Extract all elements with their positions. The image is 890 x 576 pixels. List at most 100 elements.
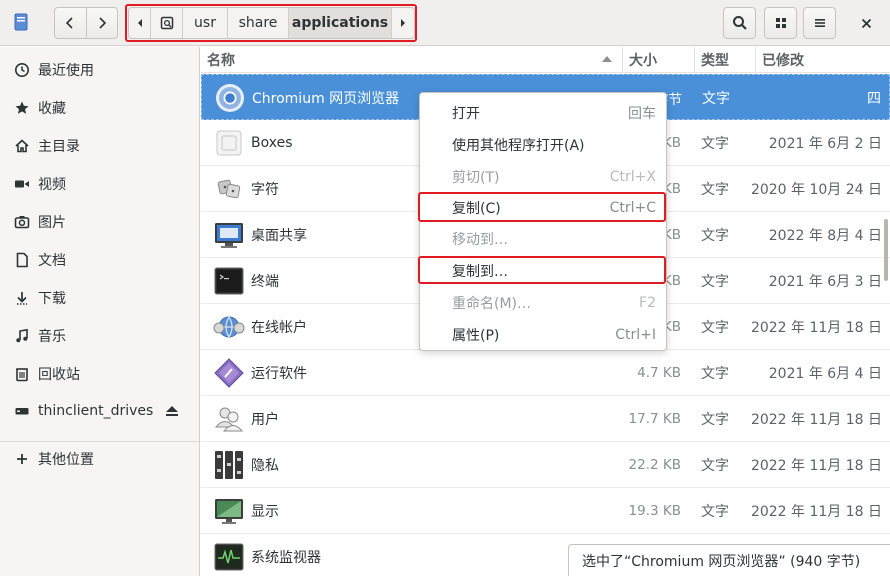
menu-item-open-with[interactable]: 使用其他程序打开(A) [420, 129, 666, 160]
path-scroll-right-button[interactable] [392, 8, 414, 38]
file-row-run-software[interactable]: 运行软件 4.7 KB 文字 2021 年 6月 4 日 [201, 350, 890, 396]
sidebar-item-pictures[interactable]: 图片 [0, 205, 199, 239]
column-header-type[interactable]: 类型 [694, 47, 755, 73]
boxes-icon [216, 130, 242, 156]
menu-item-properties[interactable]: 属性(P) Ctrl+I [420, 319, 666, 350]
sidebar-item-home[interactable]: 主目录 [0, 129, 199, 163]
menu-item-label: 打开 [452, 105, 480, 122]
sidebar-item-downloads[interactable]: 下载 [0, 281, 199, 315]
file-modified: 2022 年 11月 18 日 [750, 458, 882, 474]
menu-item-cut[interactable]: 剪切(T) Ctrl+X [420, 161, 666, 192]
display-icon [215, 499, 243, 524]
file-type: 文字 [701, 228, 729, 244]
menu-item-label: 复制到… [452, 263, 508, 280]
menu-item-label: 属性(P) [452, 327, 500, 344]
column-header-size[interactable]: 大小 [622, 47, 694, 73]
file-type: 文字 [701, 412, 729, 428]
clock-icon [14, 62, 30, 78]
menu-item-accelerator: Ctrl+I [615, 326, 656, 343]
sidebar-item-trash[interactable]: 回收站 [0, 357, 199, 391]
run-software-icon [214, 358, 244, 388]
file-type: 文字 [701, 366, 729, 382]
sidebar-item-starred[interactable]: 收藏 [0, 91, 199, 125]
file-modified: 2020 年 10月 24 日 [750, 182, 882, 198]
arrow-left-icon [137, 19, 142, 27]
video-icon [14, 176, 30, 192]
menu-item-open[interactable]: 打开 回车 [420, 97, 666, 128]
home-icon [14, 138, 30, 154]
sidebar-item-label: 其他位置 [38, 452, 94, 468]
menu-item-move-to[interactable]: 移动到… [420, 223, 666, 254]
download-icon [14, 290, 30, 306]
file-name: Boxes [251, 135, 293, 151]
sidebar-item-other-locations[interactable]: 其他位置 [0, 442, 199, 476]
menu-item-copy-to[interactable]: 复制到… [420, 255, 666, 286]
online-accounts-icon [213, 316, 245, 338]
file-type: 文字 [701, 182, 729, 198]
file-size: 19.3 KB [628, 503, 681, 519]
menu-item-accelerator: F2 [639, 294, 656, 311]
file-size: 4.7 KB [637, 365, 681, 381]
music-icon [14, 328, 30, 344]
sidebar-item-videos[interactable]: 视频 [0, 167, 199, 201]
menu-item-label: 复制(C) [452, 200, 501, 217]
sidebar-item-label: 图片 [38, 215, 66, 231]
file-type: 文字 [702, 91, 730, 107]
close-icon [861, 18, 872, 28]
sidebar-item-label: 下载 [38, 291, 66, 307]
view-grid-button[interactable] [764, 7, 797, 39]
sidebar-item-music[interactable]: 音乐 [0, 319, 199, 353]
header-bar: usr share applications [0, 0, 890, 46]
path-scroll-left-button[interactable] [129, 8, 151, 38]
chevron-left-icon [66, 17, 74, 29]
chromium-icon [216, 84, 244, 112]
menu-item-accelerator: Ctrl+X [609, 168, 656, 185]
column-header-name[interactable]: 名称 [201, 47, 622, 73]
file-row-users[interactable]: 用户 17.7 KB 文字 2022 年 11月 18 日 [201, 396, 890, 442]
file-name: 运行软件 [251, 366, 307, 382]
vertical-scrollbar[interactable] [884, 219, 888, 281]
path-root-button[interactable] [151, 8, 183, 38]
terminal-icon [214, 267, 244, 295]
file-modified: 四 [867, 91, 881, 107]
sidebar-item-label: 主目录 [38, 139, 80, 155]
file-name: 显示 [251, 504, 279, 520]
menu-item-rename[interactable]: 重命名(M)… F2 [420, 287, 666, 318]
column-header-modified[interactable]: 已修改 [755, 47, 890, 73]
back-button[interactable] [55, 8, 86, 38]
sort-ascending-icon [602, 56, 612, 62]
file-name: 在线帐户 [251, 320, 307, 336]
menu-button[interactable] [803, 7, 836, 39]
sidebar-item-recent[interactable]: 最近使用 [0, 53, 199, 87]
sidebar: 最近使用 收藏 主目录 视频 图片 文档 下载 音乐 回收站 thinclien… [0, 47, 200, 576]
file-row-display[interactable]: 显示 19.3 KB 文字 2022 年 11月 18 日 [201, 488, 890, 534]
file-name: 桌面共享 [251, 228, 307, 244]
close-button[interactable] [850, 7, 883, 39]
eject-icon[interactable] [165, 405, 179, 417]
menu-item-copy[interactable]: 复制(C) Ctrl+C [420, 192, 666, 223]
path-segment-usr[interactable]: usr [183, 8, 228, 38]
menu-item-label: 使用其他程序打开(A) [452, 137, 585, 154]
drive-icon [14, 403, 30, 419]
file-modified: 2022 年 11月 18 日 [750, 412, 882, 428]
file-type: 文字 [701, 320, 729, 336]
search-button[interactable] [723, 7, 756, 39]
column-header-name-label: 名称 [207, 53, 235, 69]
context-menu: 打开 回车 使用其他程序打开(A) 剪切(T) Ctrl+X 复制(C) Ctr… [419, 92, 667, 351]
selection-status: 选中了“Chromium 网页浏览器” (940 字节) [568, 544, 890, 576]
file-modified: 2021 年 6月 2 日 [768, 136, 882, 152]
files-app-icon [14, 13, 28, 31]
sidebar-item-documents[interactable]: 文档 [0, 243, 199, 277]
file-name: 系统监视器 [251, 550, 321, 566]
hamburger-icon [814, 19, 825, 27]
file-type: 文字 [701, 274, 729, 290]
system-monitor-icon [214, 543, 244, 571]
file-name: 用户 [251, 412, 279, 428]
file-row-privacy[interactable]: 隐私 22.2 KB 文字 2022 年 11月 18 日 [201, 442, 890, 488]
path-segment-share[interactable]: share [228, 8, 289, 38]
path-segment-applications[interactable]: applications [289, 8, 392, 38]
menu-item-label: 重命名(M)… [452, 295, 532, 312]
forward-button[interactable] [85, 8, 117, 38]
navigation-buttons [54, 7, 118, 39]
sidebar-item-thinclient-drives[interactable]: thinclient_drives [0, 394, 199, 428]
